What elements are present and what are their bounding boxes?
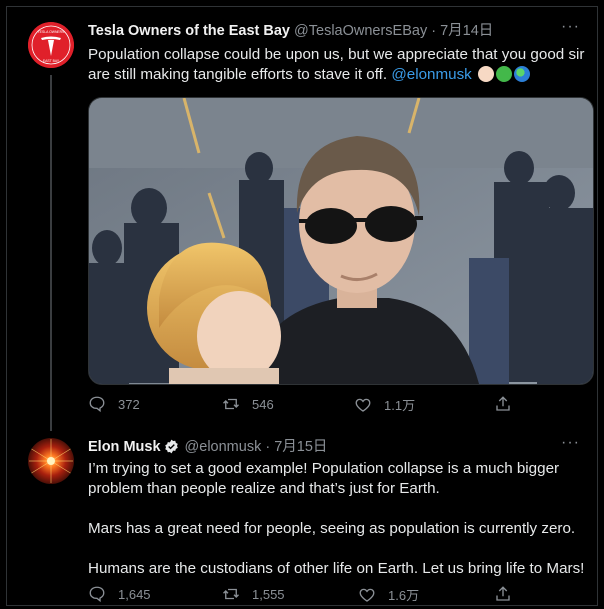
reply-icon (89, 396, 105, 413)
tweet2-header: Elon Musk @elonmusk · 7月15日 (88, 435, 327, 458)
retweet-button[interactable]: 546 (222, 395, 274, 413)
avatar-bottom-text: EAST BAY (43, 59, 60, 63)
tweet2-paragraph-3: Humans are the custodians of other life … (88, 560, 585, 577)
tesla-logo-icon: TESLA OWNERS EAST BAY (28, 22, 74, 68)
retweet-count: 546 (252, 396, 274, 412)
avatar-tesla-owners[interactable]: TESLA OWNERS EAST BAY (28, 22, 74, 68)
share-button[interactable] (494, 585, 512, 603)
like-button[interactable]: 1.6万 (358, 585, 419, 604)
author-handle[interactable]: @elonmusk (185, 439, 262, 455)
like-button[interactable]: 1.1万 (354, 395, 415, 414)
avatar-top-text: TESLA OWNERS (38, 30, 65, 34)
tweet2-action-bar: 1,645 1,555 1.6万 (88, 585, 588, 607)
tweet-date[interactable]: 7月14日 (440, 23, 493, 39)
dot-separator: · (261, 439, 275, 455)
photo-image (89, 98, 593, 384)
green-heart-icon (496, 66, 513, 82)
share-icon (496, 586, 510, 601)
share-button[interactable] (494, 395, 512, 413)
tweet-photo[interactable] (88, 97, 594, 385)
verified-badge-icon (164, 439, 179, 458)
tweet-date[interactable]: 7月15日 (274, 439, 327, 455)
retweet-count: 1,555 (252, 586, 285, 602)
more-options-icon[interactable]: ··· (561, 434, 580, 452)
author-name[interactable]: Elon Musk (88, 439, 161, 455)
thread-connector-line (50, 75, 52, 431)
timeline-frame: TESLA OWNERS EAST BAY Tesla Owners of th… (6, 6, 598, 606)
heart-icon (355, 398, 371, 412)
tweet2-paragraph-1: I’m trying to set a good example! Popula… (88, 460, 560, 497)
baby-face-icon (478, 66, 495, 82)
retweet-button[interactable]: 1,555 (222, 585, 285, 603)
dot-separator: · (427, 23, 441, 39)
more-options-icon[interactable]: ··· (561, 18, 580, 36)
tweet2-paragraph-2: Mars has a great need for people, seeing… (88, 520, 576, 537)
share-icon (496, 396, 510, 411)
heart-icon (359, 588, 375, 602)
mention-link[interactable]: @elonmusk (391, 66, 471, 83)
reply-count: 1,645 (118, 586, 151, 602)
reply-button[interactable]: 372 (88, 395, 140, 413)
tweet1-header: Tesla Owners of the East Bay @TeslaOwner… (88, 19, 493, 40)
globe-icon (514, 66, 531, 82)
reply-icon (89, 586, 105, 603)
reply-count: 372 (118, 396, 140, 412)
tweet1-action-bar: 372 546 1.1万 (88, 395, 588, 417)
like-count: 1.1万 (384, 398, 416, 413)
retweet-icon (223, 588, 239, 600)
avatar-elon-musk[interactable] (28, 438, 74, 484)
author-handle[interactable]: @TeslaOwnersEBay (294, 23, 427, 39)
avatar-image (29, 439, 73, 483)
reply-button[interactable]: 1,645 (88, 585, 151, 603)
author-name[interactable]: Tesla Owners of the East Bay (88, 23, 290, 39)
tweet1-text: Population collapse could be upon us, bu… (88, 45, 588, 85)
retweet-icon (223, 398, 239, 410)
like-count: 1.6万 (388, 588, 420, 603)
